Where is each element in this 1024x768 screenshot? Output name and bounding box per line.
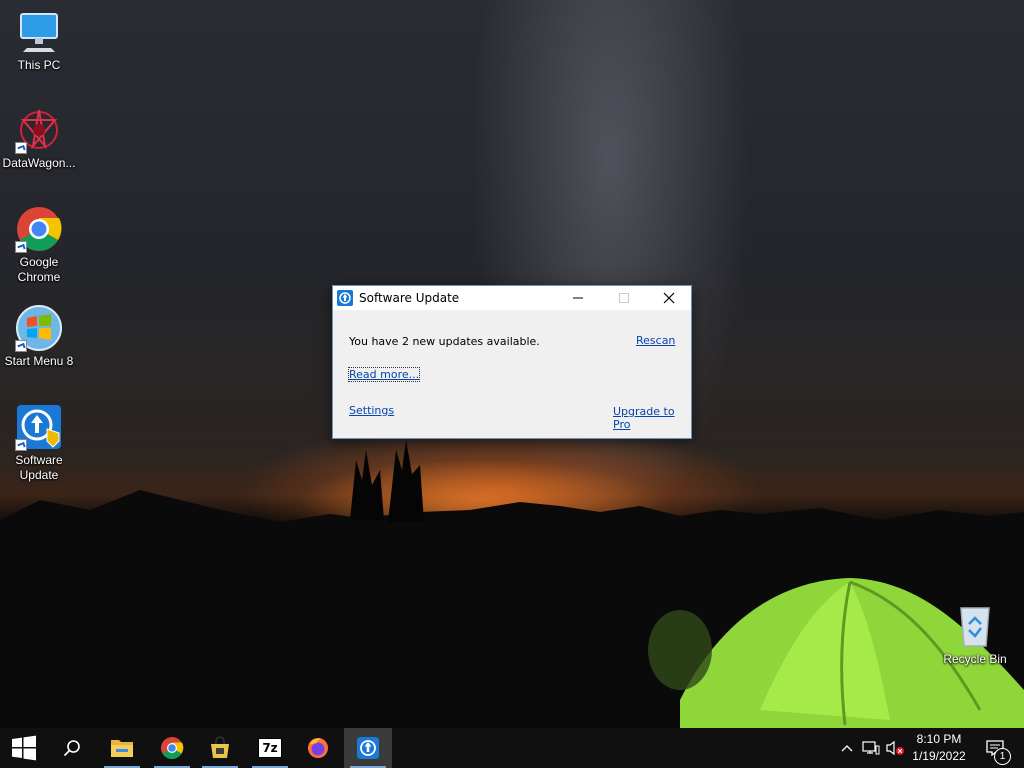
upgrade-to-pro-link[interactable]: Upgrade to Pro — [613, 405, 691, 431]
shortcut-arrow-icon — [15, 340, 27, 352]
close-button[interactable] — [646, 286, 692, 310]
volume-button[interactable] — [884, 728, 906, 768]
taskbar-7zip[interactable]: 7z — [246, 728, 294, 768]
update-message: You have 2 new updates available. — [349, 335, 540, 348]
dialog-title: Software Update — [359, 291, 460, 305]
software-update-icon — [15, 403, 63, 451]
shortcut-arrow-icon — [15, 439, 27, 451]
desktop-icon-label: Google Chrome — [17, 255, 61, 284]
notifications-button[interactable]: 1 — [976, 728, 1014, 768]
notification-count-badge: 1 — [994, 748, 1011, 765]
desktop-icon-label: Software Update — [15, 453, 63, 482]
rescan-link[interactable]: Rescan — [636, 334, 675, 347]
chrome-icon — [15, 205, 63, 253]
search-icon — [63, 740, 80, 757]
software-update-dialog: Software Update You have 2 new updates a… — [332, 285, 692, 439]
bag-icon — [211, 736, 229, 758]
datawagon-icon — [15, 106, 63, 154]
search-button[interactable] — [48, 728, 96, 768]
maximize-button[interactable] — [601, 286, 647, 310]
chevron-up-icon — [841, 745, 853, 752]
desktop-icon-recycle-bin[interactable]: Recycle Bin — [937, 602, 1013, 667]
folder-icon — [111, 740, 133, 757]
network-button[interactable] — [860, 728, 882, 768]
software-update-icon — [337, 290, 353, 306]
desktop-icon-label: Recycle Bin — [943, 652, 1007, 666]
recycle-bin-icon — [951, 602, 999, 650]
shortcut-arrow-icon — [15, 142, 27, 154]
clock-date[interactable]: 1/19/2022 — [904, 749, 974, 763]
desktop: This PC DataWagon... Google Chrome Start… — [0, 0, 1024, 728]
desktop-icon-label: Start Menu 8 — [4, 354, 74, 368]
taskbar-chrome[interactable] — [148, 728, 196, 768]
desktop-icon-start-menu-8[interactable]: Start Menu 8 — [1, 304, 77, 369]
start-button[interactable] — [0, 728, 48, 768]
firefox-icon — [308, 738, 328, 758]
maximize-icon — [619, 293, 629, 303]
desktop-icon-this-pc[interactable]: This PC — [1, 8, 77, 73]
notification-count: 1 — [999, 751, 1006, 762]
dialog-titlebar[interactable]: Software Update — [333, 286, 691, 310]
minimize-button[interactable] — [555, 286, 601, 310]
taskbar-file-explorer[interactable] — [98, 728, 146, 768]
7zip-icon-text: 7z — [262, 741, 278, 755]
read-more-link[interactable]: Read more... — [347, 367, 421, 382]
software-update-icon — [357, 737, 379, 759]
desktop-icon-software-update[interactable]: Software Update — [1, 403, 77, 483]
taskbar-store[interactable] — [196, 728, 244, 768]
taskbar: 7z 8:10 PM 1/19/2022 1 — [0, 728, 1024, 768]
clock-time[interactable]: 8:10 PM — [904, 732, 974, 746]
desktop-icon-datawagon[interactable]: DataWagon... — [1, 106, 77, 171]
desktop-icon-google-chrome[interactable]: Google Chrome — [1, 205, 77, 285]
shortcut-arrow-icon — [15, 241, 27, 253]
show-hidden-icons-button[interactable] — [836, 728, 858, 768]
taskbar-software-update[interactable] — [344, 728, 392, 768]
settings-link[interactable]: Settings — [349, 404, 394, 417]
taskbar-firefox[interactable] — [294, 728, 342, 768]
start-menu-8-icon — [15, 304, 63, 352]
windows-logo-icon — [12, 735, 36, 761]
7zip-icon: 7z — [258, 738, 282, 758]
volume-muted-icon — [886, 740, 904, 756]
desktop-icon-label: DataWagon... — [2, 156, 76, 170]
chrome-icon — [161, 737, 184, 759]
close-icon — [663, 292, 675, 304]
this-pc-icon — [15, 8, 63, 56]
minimize-icon — [573, 297, 583, 299]
desktop-icon-label: This PC — [17, 58, 61, 72]
network-icon — [862, 741, 880, 755]
